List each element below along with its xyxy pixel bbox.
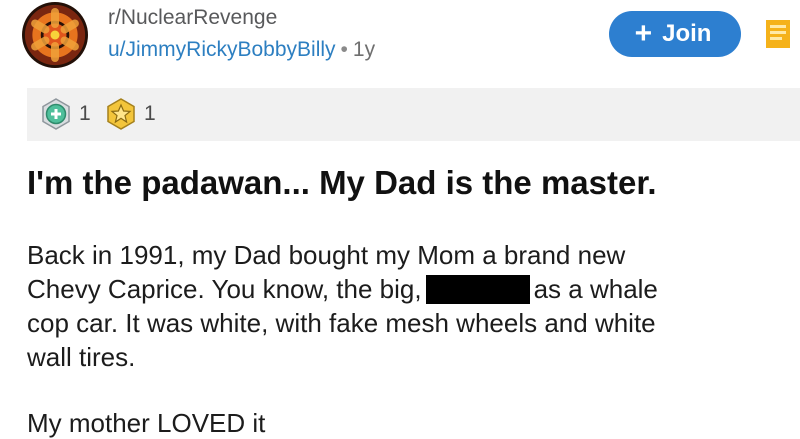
join-button-label: Join bbox=[662, 20, 712, 47]
award-wholesome[interactable]: 1 bbox=[105, 98, 156, 130]
award-helpful[interactable]: 1 bbox=[40, 98, 91, 130]
award-count: 1 bbox=[144, 102, 156, 125]
community-avatar[interactable] bbox=[22, 2, 88, 68]
body-line: wall tires. bbox=[27, 342, 136, 372]
community-name[interactable]: r/NuclearRevenge bbox=[108, 6, 277, 30]
wholesome-award-icon bbox=[107, 98, 135, 130]
author-link[interactable]: u/JimmyRickyBobbyBilly bbox=[108, 38, 336, 61]
save-icon[interactable] bbox=[765, 19, 791, 49]
plus-icon: + bbox=[634, 17, 653, 50]
award-count: 1 bbox=[79, 102, 91, 125]
next-paragraph: My mother LOVED it bbox=[27, 408, 266, 438]
body-text: Chevy Caprice. You know, the big, bbox=[27, 274, 422, 304]
meta-separator: • bbox=[340, 38, 348, 61]
post-body: Back in 1991, my Dad bought my Mom a bra… bbox=[27, 238, 797, 374]
post-age: 1y bbox=[352, 38, 376, 61]
post-meta: u/JimmyRickyBobbyBilly • 1y bbox=[108, 38, 375, 62]
helpful-award-icon bbox=[42, 98, 70, 130]
body-line: cop car. It was white, with fake mesh wh… bbox=[27, 308, 656, 338]
join-button[interactable]: + Join bbox=[609, 11, 741, 57]
redaction-block bbox=[425, 275, 530, 304]
body-line: Chevy Caprice. You know, the big, as a wh… bbox=[27, 274, 658, 304]
awards-bar: 1 1 bbox=[27, 88, 800, 141]
body-text: as a whale bbox=[533, 274, 658, 304]
post-title: I'm the padawan... My Dad is the master. bbox=[27, 164, 657, 201]
body-line: Back in 1991, my Dad bought my Mom a bra… bbox=[27, 240, 626, 270]
